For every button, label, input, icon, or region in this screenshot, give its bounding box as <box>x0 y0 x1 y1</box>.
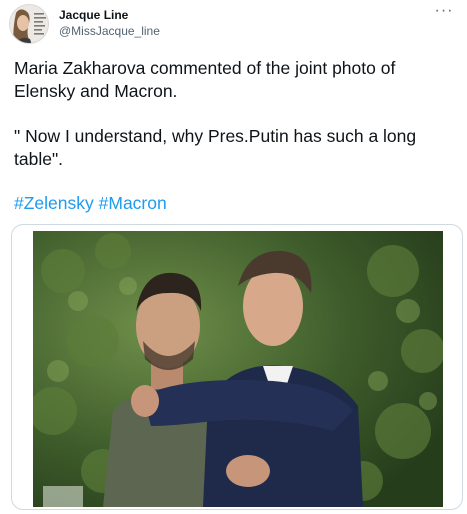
tweet-photo[interactable] <box>33 231 443 507</box>
more-options-icon[interactable]: ··· <box>433 3 455 20</box>
author-display-name[interactable]: Jacque Line <box>59 8 128 22</box>
photo-image <box>33 231 443 507</box>
tweet-paragraph-2: " Now I understand, why Pres.Putin has s… <box>14 126 417 169</box>
author-handle[interactable]: @MissJacque_line <box>59 24 160 38</box>
profile-avatar-icon <box>10 5 48 43</box>
media-container[interactable] <box>11 224 463 510</box>
hashtag-macron[interactable]: #Macron <box>99 193 167 213</box>
hashtag-line: #Zelensky #Macron <box>14 192 454 215</box>
avatar[interactable] <box>9 4 49 44</box>
hashtag-zelensky[interactable]: #Zelensky <box>14 193 94 213</box>
tweet-card[interactable]: Jacque Line @MissJacque_line ··· Maria Z… <box>0 0 467 514</box>
tweet-paragraph-1: Maria Zakharova commented of the joint p… <box>14 58 396 101</box>
